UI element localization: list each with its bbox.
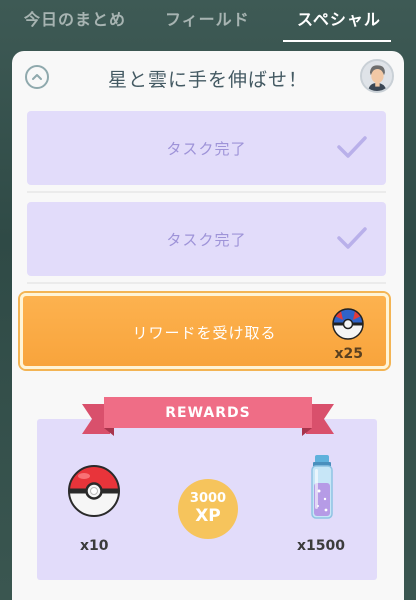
tab-bar: 今日のまとめ フィールド スペシャル [0,0,416,44]
task-row: タスク完了 [27,202,386,276]
rewards-title: REWARDS [165,405,251,421]
tab-field[interactable]: フィールド [165,6,250,30]
task-status-label: タスク完了 [166,140,247,158]
task-status-label: タスク完了 [166,231,247,249]
active-tab-indicator [283,40,391,42]
tab-special[interactable]: スペシャル [297,6,381,30]
divider [27,282,386,284]
great-ball-icon [332,308,364,340]
reward-item-count: x25 [334,346,363,362]
checkmark-icon [337,136,367,158]
xp-icon: 3000 XP [178,479,238,539]
task-row: タスク完了 [27,111,386,185]
stardust-icon [311,455,333,519]
stardust-count: x1500 [297,538,345,554]
divider [27,191,386,193]
professor-avatar [360,59,394,93]
tab-today-summary[interactable]: 今日のまとめ [24,6,126,30]
claim-reward-button[interactable]: リワードを受け取る x25 [20,293,389,369]
xp-unit: XP [195,506,221,526]
poke-ball-icon [68,465,120,517]
xp-amount: 3000 [189,491,227,506]
research-title: 星と雲に手を伸ばせ！ [107,69,308,91]
poke-ball-count: x10 [80,538,109,554]
checkmark-icon [337,227,367,249]
